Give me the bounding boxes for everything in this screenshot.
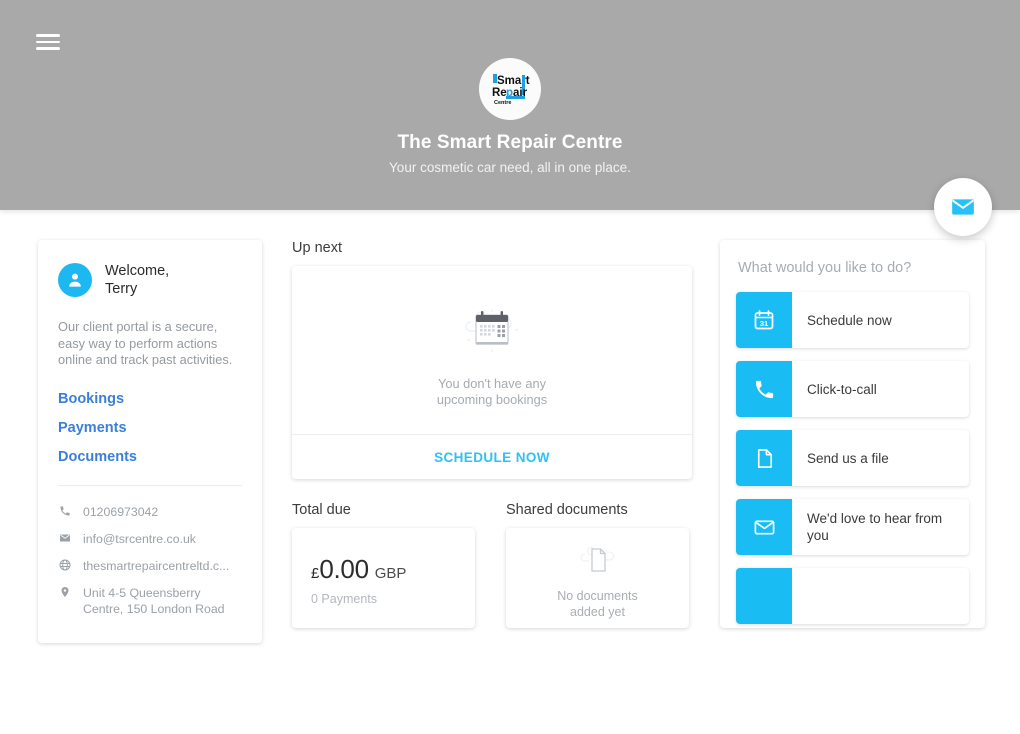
hero-center-block: Smart Re p air Centre The Smart Repair C… <box>0 58 1020 175</box>
up-next-empty-line2: upcoming bookings <box>436 392 548 407</box>
docs-empty-line1: No documents <box>557 588 638 603</box>
welcome-row: Welcome, Terry <box>58 262 242 298</box>
action-send-us-a-file[interactable]: Send us a file <box>736 430 969 486</box>
client-portal-page: Smart Re p air Centre The Smart Repair C… <box>0 0 1020 734</box>
middle-column: Up next You don't have any upcoming book… <box>292 240 692 628</box>
action-label: Click-to-call <box>807 381 877 397</box>
total-due-card: £ 0.00 GBP 0 Payments <box>292 528 475 628</box>
calendar-empty-icon <box>465 309 518 352</box>
currency-symbol: £ <box>311 565 320 582</box>
user-avatar-icon <box>69 273 81 287</box>
docs-empty-line2: added yet <box>570 604 625 619</box>
action-label: Schedule now <box>807 312 892 328</box>
up-next-empty-line1: You don't have any <box>438 376 546 391</box>
contact-phone[interactable]: 01206973042 <box>58 504 242 520</box>
sidebar-divider <box>58 484 242 486</box>
contact-address-value: Unit 4-5 Queensberry Centre, 150 London … <box>83 585 225 616</box>
hamburger-menu-icon[interactable] <box>36 31 60 53</box>
svg-text:31: 31 <box>760 319 768 328</box>
hero-header: Smart Re p air Centre The Smart Repair C… <box>0 0 1020 210</box>
hamburger-bar <box>36 34 60 37</box>
action-label <box>792 568 969 624</box>
summary-row: Total due £ 0.00 GBP 0 Payments Shared d… <box>292 502 692 628</box>
action-label: We'd love to hear from you <box>807 511 943 543</box>
svg-text:Re: Re <box>492 87 507 99</box>
contact-address[interactable]: Unit 4-5 Queensberry Centre, 150 London … <box>58 585 242 617</box>
up-next-empty-state: You don't have any upcoming bookings <box>292 266 692 434</box>
action-click-to-call[interactable]: Click-to-call <box>736 361 969 417</box>
company-logo: Smart Re p air Centre <box>479 58 541 120</box>
up-next-card: You don't have any upcoming bookings SCH… <box>292 266 692 479</box>
payments-count: 0 Payments <box>311 592 378 606</box>
schedule-now-button[interactable]: SCHEDULE NOW <box>434 450 550 465</box>
profile-card: Welcome, Terry Our client portal is a se… <box>38 240 262 643</box>
shared-documents-card: No documents added yet <box>506 528 689 628</box>
svg-text:Centre: Centre <box>494 100 511 106</box>
contact-website[interactable]: thesmartrepaircentreltd.c... <box>58 558 242 574</box>
actions-card: What would you like to do? 31 Schedule n… <box>720 240 985 628</box>
phone-icon <box>736 361 792 417</box>
hamburger-bar <box>36 47 60 50</box>
company-title: The Smart Repair Centre <box>397 132 623 153</box>
envelope-icon <box>736 499 792 555</box>
shared-documents-empty-text: No documents added yet <box>557 588 638 620</box>
avatar <box>58 263 92 297</box>
welcome-username: Terry <box>105 281 138 297</box>
contact-website-value: thesmartrepaircentreltd.c... <box>83 558 230 573</box>
welcome-greeting: Welcome, <box>105 263 170 279</box>
total-due-column: Total due £ 0.00 GBP 0 Payments <box>292 502 475 628</box>
contact-email[interactable]: info@tsrcentre.co.uk <box>58 531 242 547</box>
sidebar-link-payments[interactable]: Payments <box>58 420 242 436</box>
contact-phone-value: 01206973042 <box>83 504 159 519</box>
phone-icon <box>58 504 72 517</box>
partial-icon <box>736 568 792 624</box>
action-schedule-now[interactable]: 31 Schedule now <box>736 292 969 348</box>
currency-code: GBP <box>374 565 407 582</box>
action-contact-us[interactable]: We'd love to hear from you <box>736 499 969 555</box>
company-tagline: Your cosmetic car need, all in one place… <box>389 160 631 175</box>
sidebar-link-bookings[interactable]: Bookings <box>58 391 242 407</box>
smart-repair-centre-logo-icon: Smart Re p air Centre <box>492 74 530 106</box>
hamburger-bar <box>36 40 60 44</box>
actions-title: What would you like to do? <box>738 260 912 276</box>
action-label: Send us a file <box>807 450 889 466</box>
document-empty-icon <box>579 546 614 572</box>
main-content: Welcome, Terry Our client portal is a se… <box>0 210 1020 643</box>
contact-fab-button[interactable] <box>934 178 992 236</box>
total-due-heading: Total due <box>292 502 351 518</box>
calendar-31-icon: 31 <box>736 292 792 348</box>
sidebar-link-documents[interactable]: Documents <box>58 449 242 465</box>
up-next-heading: Up next <box>292 240 342 256</box>
sidebar-nav: Bookings Payments Documents <box>58 391 242 465</box>
right-column: What would you like to do? 31 Schedule n… <box>720 240 985 628</box>
envelope-icon <box>952 199 974 215</box>
amount-value: 0.00 <box>319 554 369 584</box>
file-icon <box>736 430 792 486</box>
shared-documents-column: Shared documents No documents added yet <box>506 502 689 628</box>
contact-email-value: info@tsrcentre.co.uk <box>83 531 196 546</box>
left-column: Welcome, Terry Our client portal is a se… <box>38 240 262 643</box>
location-pin-icon <box>58 585 72 598</box>
shared-documents-heading: Shared documents <box>506 502 628 518</box>
up-next-footer: SCHEDULE NOW <box>292 434 692 479</box>
portal-description: Our client portal is a secure, easy way … <box>58 319 233 367</box>
globe-icon <box>58 558 72 571</box>
action-item-partial[interactable] <box>736 568 969 624</box>
mail-icon <box>58 531 72 544</box>
up-next-empty-text: You don't have any upcoming bookings <box>437 376 547 408</box>
welcome-text: Welcome, Terry <box>105 262 169 298</box>
total-due-amount: £ 0.00 GBP <box>311 554 475 585</box>
